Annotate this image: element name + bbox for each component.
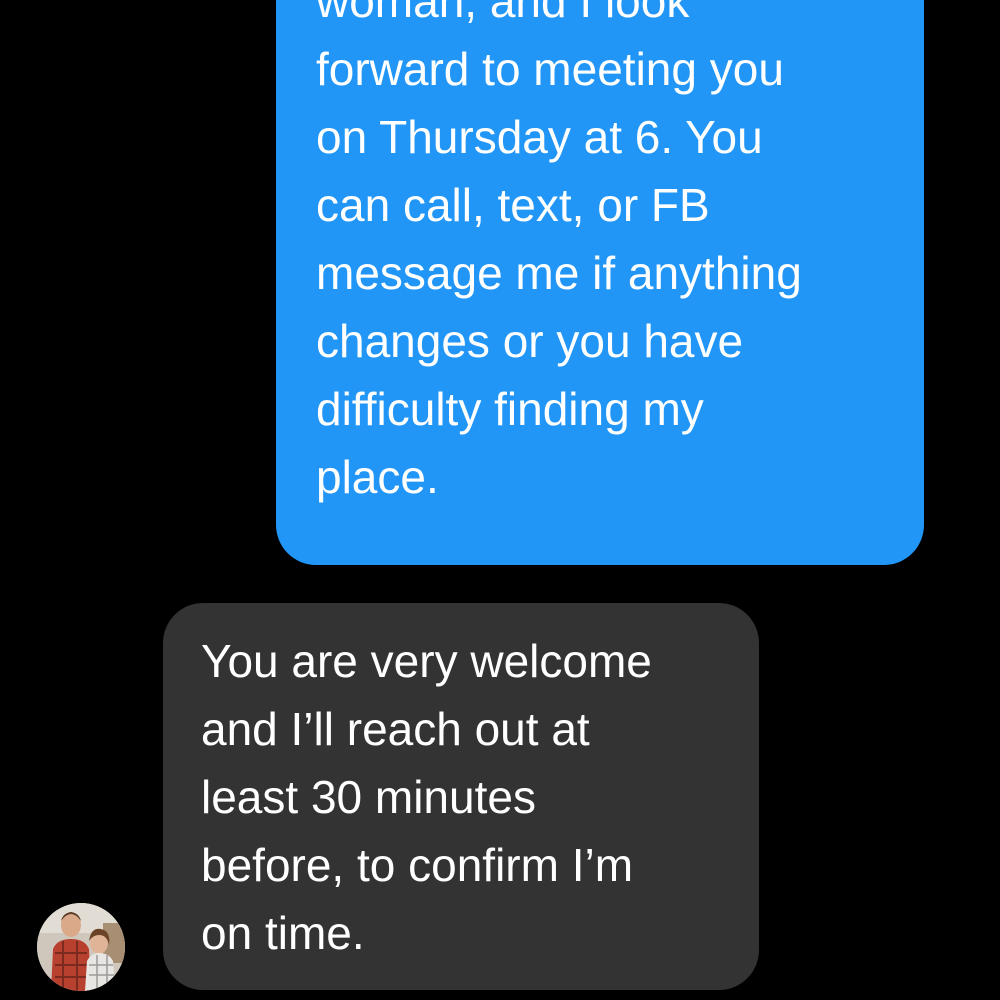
message-line: least 30 minutes xyxy=(201,771,536,823)
message-line: forward to meeting you xyxy=(316,43,784,95)
incoming-message-bubble[interactable]: You are very welcome and I’ll reach out … xyxy=(163,603,759,990)
message-line: message me if anything xyxy=(316,247,802,299)
message-line: changes or you have xyxy=(316,315,744,367)
message-line: can call, text, or FB xyxy=(316,179,710,231)
message-line: and I’ll reach out at xyxy=(201,703,590,755)
incoming-message-text: You are very welcome and I’ll reach out … xyxy=(201,627,652,967)
outgoing-message-text: woman, and I look forward to meeting you… xyxy=(316,0,802,511)
message-line: on Thursday at 6. You xyxy=(316,111,763,163)
message-line: place. xyxy=(316,451,439,503)
contact-avatar[interactable] xyxy=(37,903,125,991)
chat-screen: woman, and I look forward to meeting you… xyxy=(0,0,1000,1000)
message-line: on time. xyxy=(201,907,365,959)
message-line: difficulty finding my xyxy=(316,383,704,435)
profile-photo-avatar-icon xyxy=(37,903,125,991)
message-line: woman, and I look xyxy=(316,0,690,27)
message-line: before, to confirm I’m xyxy=(201,839,634,891)
message-line: You are very welcome xyxy=(201,635,652,687)
outgoing-message-bubble[interactable]: woman, and I look forward to meeting you… xyxy=(276,0,924,565)
